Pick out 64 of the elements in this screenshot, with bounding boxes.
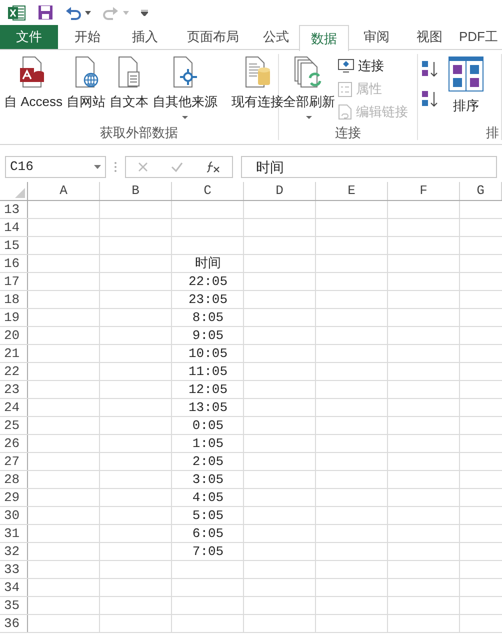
ribbon-button[interactable]: 现有连接 — [230, 54, 285, 110]
document-link-icon — [338, 104, 352, 120]
ribbon-button[interactable]: 自文本 — [108, 54, 150, 110]
table-cell[interactable]: 时间 — [195, 257, 221, 270]
document-database-icon — [242, 56, 273, 88]
ribbon-tab[interactable]: 视图 — [404, 25, 455, 49]
table-cell[interactable]: 13:05 — [188, 401, 228, 414]
ribbon-tab[interactable]: 数据 — [299, 25, 349, 51]
table-cell[interactable]: 1:05 — [192, 437, 224, 450]
table-cell[interactable]: 10:05 — [188, 347, 228, 360]
sort-dialog-icon — [448, 56, 484, 92]
undo-icon[interactable] — [65, 6, 81, 20]
save-icon[interactable] — [38, 5, 53, 20]
connection-icon — [338, 59, 354, 73]
ribbon-button[interactable]: 连接 — [338, 56, 408, 76]
ribbon-button[interactable]: 自 Access — [3, 54, 64, 110]
sort-descending-icon[interactable] — [421, 90, 439, 108]
table-cell[interactable]: 6:05 — [192, 527, 224, 540]
ribbon-tab[interactable]: 开始 — [58, 25, 117, 49]
table-cell[interactable]: 5:05 — [192, 509, 224, 522]
caret-icon[interactable] — [306, 116, 312, 119]
ribbon-tab[interactable]: PDF工 — [455, 25, 502, 49]
table-cell[interactable]: 11:05 — [188, 365, 228, 378]
group-label: 排 — [486, 124, 499, 140]
table-cell[interactable]: 22:05 — [188, 275, 228, 288]
table-cell[interactable]: 4:05 — [192, 491, 224, 504]
customize-toolbar-icon[interactable] — [141, 10, 148, 16]
dropdown-icon[interactable] — [94, 165, 101, 169]
ribbon-button[interactable]: 自其他来源 — [152, 54, 219, 119]
ribbon-button[interactable]: 排序 — [447, 54, 485, 114]
column-header[interactable]: B — [100, 182, 172, 200]
table-cell[interactable]: 3:05 — [192, 473, 224, 486]
ribbon-tab[interactable]: 页面布局 — [173, 25, 253, 49]
name-box[interactable]: C16 — [5, 156, 106, 178]
excel-logo-icon[interactable] — [8, 4, 26, 20]
properties-icon — [338, 82, 352, 96]
caret-icon[interactable] — [85, 10, 91, 14]
column-header[interactable]: A — [28, 182, 100, 200]
column-header[interactable]: G — [460, 182, 502, 200]
formula-input-field[interactable]: 时间 — [241, 156, 497, 178]
table-cell[interactable]: 8:05 — [192, 311, 224, 324]
column-header[interactable]: F — [388, 182, 460, 200]
group-label: 获取外部数据 — [100, 124, 178, 140]
checkmark-icon[interactable] — [170, 162, 183, 172]
insert-function-icon[interactable] — [206, 161, 220, 173]
column-header[interactable]: D — [244, 182, 316, 200]
ribbon-tab[interactable]: 审阅 — [349, 25, 404, 49]
ribbon-tab[interactable]: 公式 — [253, 25, 299, 49]
column-header[interactable]: C — [172, 182, 244, 200]
table-cell[interactable]: 0:05 — [192, 419, 224, 432]
drag-handle-icon[interactable] — [114, 161, 117, 173]
ribbon-tab[interactable]: 文件 — [0, 25, 58, 49]
table-cell[interactable]: 9:05 — [192, 329, 224, 342]
ribbon-button[interactable]: 自网站 — [66, 54, 107, 110]
table-cell[interactable]: 7:05 — [192, 545, 224, 558]
table-cell[interactable]: 2:05 — [192, 455, 224, 468]
sort-ascending-icon[interactable] — [421, 60, 439, 78]
group-label: 连接 — [335, 124, 361, 140]
caret-icon[interactable] — [182, 116, 188, 119]
ribbon-tab[interactable]: 插入 — [117, 25, 173, 49]
column-header[interactable]: E — [316, 182, 388, 200]
table-cell[interactable]: 12:05 — [188, 383, 228, 396]
table-cell[interactable]: 23:05 — [188, 293, 228, 306]
ribbon-button[interactable]: 全部刷新 — [282, 54, 336, 119]
